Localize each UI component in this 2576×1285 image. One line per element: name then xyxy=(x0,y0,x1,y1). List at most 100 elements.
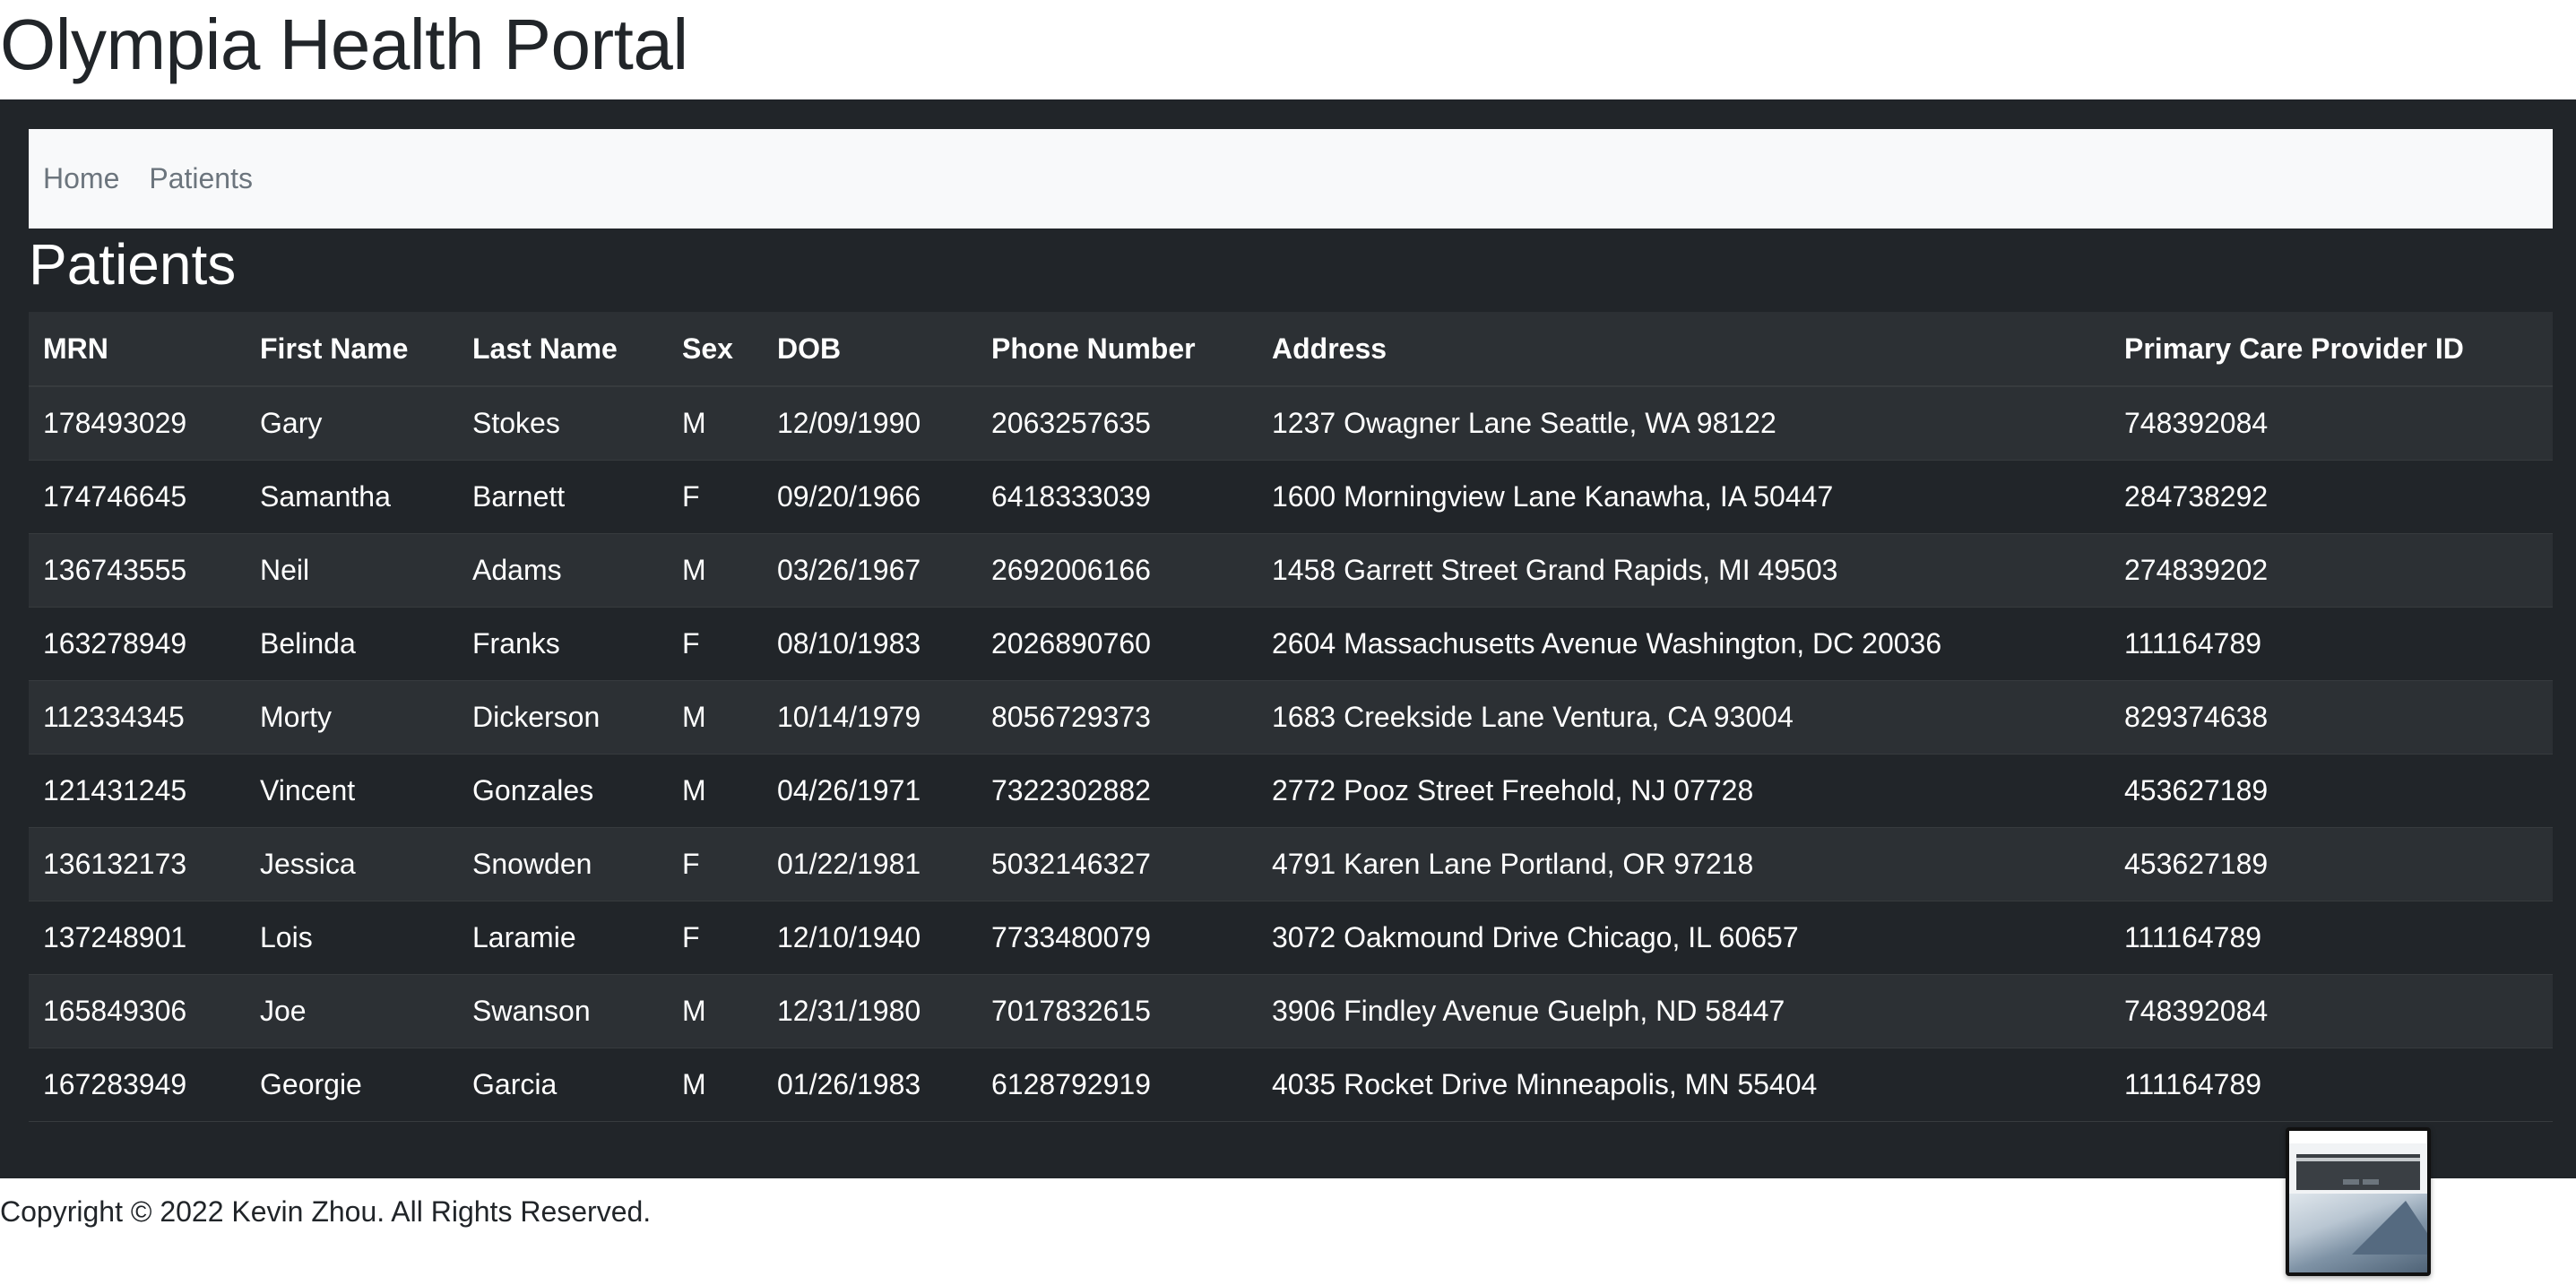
thumbnail-banner xyxy=(2296,1154,2420,1190)
cell-phone: 2692006166 xyxy=(977,533,1258,608)
cell-dob: 12/31/1980 xyxy=(763,974,977,1048)
cell-dob: 01/26/1983 xyxy=(763,1048,977,1122)
cell-phone: 8056729373 xyxy=(977,680,1258,755)
column-header-pcp-id: Primary Care Provider ID xyxy=(2110,312,2553,387)
table-row: 167283949 Georgie Garcia M 01/26/1983 6128792… xyxy=(29,1048,2553,1122)
cell-first-name: Belinda xyxy=(246,607,458,681)
cell-address: 1458 Garrett Street Grand Rapids, MI 495… xyxy=(1258,533,2110,608)
cell-sex: M xyxy=(668,1048,763,1122)
cell-dob: 12/10/1940 xyxy=(763,901,977,975)
cell-mrn: 174746645 xyxy=(29,460,246,534)
screenshot-thumbnail-preview[interactable] xyxy=(2286,1127,2431,1276)
cell-phone: 7017832615 xyxy=(977,974,1258,1048)
cell-first-name: Samantha xyxy=(246,460,458,534)
nav-link-patients[interactable]: Patients xyxy=(149,162,253,195)
cell-address: 4791 Karen Lane Portland, OR 97218 xyxy=(1258,827,2110,901)
cell-phone: 2063257635 xyxy=(977,386,1258,461)
cell-sex: M xyxy=(668,754,763,828)
cell-address: 1600 Morningview Lane Kanawha, IA 50447 xyxy=(1258,460,2110,534)
column-header-address: Address xyxy=(1258,312,2110,387)
nav-link-home[interactable]: Home xyxy=(43,162,119,195)
table-row: 136743555 Neil Adams M 03/26/1967 2692006166 1… xyxy=(29,533,2553,608)
cell-last-name: Snowden xyxy=(458,827,668,901)
cell-phone: 2026890760 xyxy=(977,607,1258,681)
table-row: 165849306 Joe Swanson M 12/31/1980 7017832615… xyxy=(29,974,2553,1048)
cell-last-name: Gonzales xyxy=(458,754,668,828)
cell-mrn: 165849306 xyxy=(29,974,246,1048)
cell-address: 1683 Creekside Lane Ventura, CA 93004 xyxy=(1258,680,2110,755)
cell-sex: M xyxy=(668,680,763,755)
cell-sex: M xyxy=(668,974,763,1048)
table-row: 178493029 Gary Stokes M 12/09/1990 2063257635… xyxy=(29,386,2553,461)
column-header-sex: Sex xyxy=(668,312,763,387)
cell-first-name: Joe xyxy=(246,974,458,1048)
cell-mrn: 163278949 xyxy=(29,607,246,681)
table-row: 136132173 Jessica Snowden F 01/22/1981 503214… xyxy=(29,827,2553,901)
cell-phone: 7733480079 xyxy=(977,901,1258,975)
cell-mrn: 137248901 xyxy=(29,901,246,975)
cell-pcp-id: 111164789 xyxy=(2110,1048,2553,1122)
cell-mrn: 167283949 xyxy=(29,1048,246,1122)
cell-last-name: Laramie xyxy=(458,901,668,975)
thumbnail-header xyxy=(2289,1131,2427,1143)
column-header-last-name: Last Name xyxy=(458,312,668,387)
cell-pcp-id: 453627189 xyxy=(2110,754,2553,828)
site-title: Olympia Health Portal xyxy=(0,4,688,84)
cell-dob: 01/22/1981 xyxy=(763,827,977,901)
cell-sex: F xyxy=(668,901,763,975)
column-header-phone: Phone Number xyxy=(977,312,1258,387)
cell-last-name: Barnett xyxy=(458,460,668,534)
cell-first-name: Neil xyxy=(246,533,458,608)
table-row: 121431245 Vincent Gonzales M 04/26/1971 73223… xyxy=(29,754,2553,828)
cell-mrn: 112334345 xyxy=(29,680,246,755)
cell-address: 1237 Owagner Lane Seattle, WA 98122 xyxy=(1258,386,2110,461)
cell-sex: M xyxy=(668,386,763,461)
page-heading: Patients xyxy=(29,232,237,297)
cell-last-name: Garcia xyxy=(458,1048,668,1122)
patients-table: MRN First Name Last Name Sex DOB Phone N… xyxy=(29,312,2553,1122)
cell-pcp-id: 284738292 xyxy=(2110,460,2553,534)
thumbnail-mountain-peak xyxy=(2352,1201,2427,1255)
thumbnail-button xyxy=(2343,1179,2359,1185)
cell-first-name: Morty xyxy=(246,680,458,755)
cell-sex: F xyxy=(668,827,763,901)
cell-last-name: Franks xyxy=(458,607,668,681)
table-row: 163278949 Belinda Franks F 08/10/1983 2026890… xyxy=(29,607,2553,681)
cell-last-name: Stokes xyxy=(458,386,668,461)
table-row: 137248901 Lois Laramie F 12/10/1940 773348007… xyxy=(29,901,2553,975)
cell-pcp-id: 453627189 xyxy=(2110,827,2553,901)
thumbnail-button xyxy=(2363,1179,2379,1185)
cell-last-name: Swanson xyxy=(458,974,668,1048)
cell-dob: 10/14/1979 xyxy=(763,680,977,755)
cell-first-name: Georgie xyxy=(246,1048,458,1122)
cell-mrn: 136743555 xyxy=(29,533,246,608)
table-header-row: MRN First Name Last Name Sex DOB Phone N… xyxy=(29,312,2553,387)
patients-table-wrapper: MRN First Name Last Name Sex DOB Phone N… xyxy=(29,312,2553,1122)
cell-pcp-id: 829374638 xyxy=(2110,680,2553,755)
footer-copyright: Copyright © 2022 Kevin Zhou. All Rights … xyxy=(0,1195,652,1228)
cell-first-name: Gary xyxy=(246,386,458,461)
cell-mrn: 136132173 xyxy=(29,827,246,901)
cell-dob: 12/09/1990 xyxy=(763,386,977,461)
cell-phone: 6418333039 xyxy=(977,460,1258,534)
cell-phone: 7322302882 xyxy=(977,754,1258,828)
cell-address: 4035 Rocket Drive Minneapolis, MN 55404 xyxy=(1258,1048,2110,1122)
column-header-first-name: First Name xyxy=(246,312,458,387)
cell-phone: 5032146327 xyxy=(977,827,1258,901)
cell-mrn: 121431245 xyxy=(29,754,246,828)
cell-mrn: 178493029 xyxy=(29,386,246,461)
cell-pcp-id: 111164789 xyxy=(2110,901,2553,975)
cell-pcp-id: 748392084 xyxy=(2110,386,2553,461)
table-body: 178493029 Gary Stokes M 12/09/1990 2063257635… xyxy=(29,386,2553,1122)
cell-last-name: Dickerson xyxy=(458,680,668,755)
cell-address: 2772 Pooz Street Freehold, NJ 07728 xyxy=(1258,754,2110,828)
table-row: 174746645 Samantha Barnett F 09/20/1966 64183… xyxy=(29,460,2553,534)
navbar: Home Patients xyxy=(29,129,2553,229)
cell-first-name: Lois xyxy=(246,901,458,975)
cell-pcp-id: 274839202 xyxy=(2110,533,2553,608)
cell-address: 2604 Massachusetts Avenue Washington, DC… xyxy=(1258,607,2110,681)
table-header: MRN First Name Last Name Sex DOB Phone N… xyxy=(29,312,2553,387)
cell-phone: 6128792919 xyxy=(977,1048,1258,1122)
column-header-mrn: MRN xyxy=(29,312,246,387)
table-row: 112334345 Morty Dickerson M 10/14/1979 805672… xyxy=(29,680,2553,755)
